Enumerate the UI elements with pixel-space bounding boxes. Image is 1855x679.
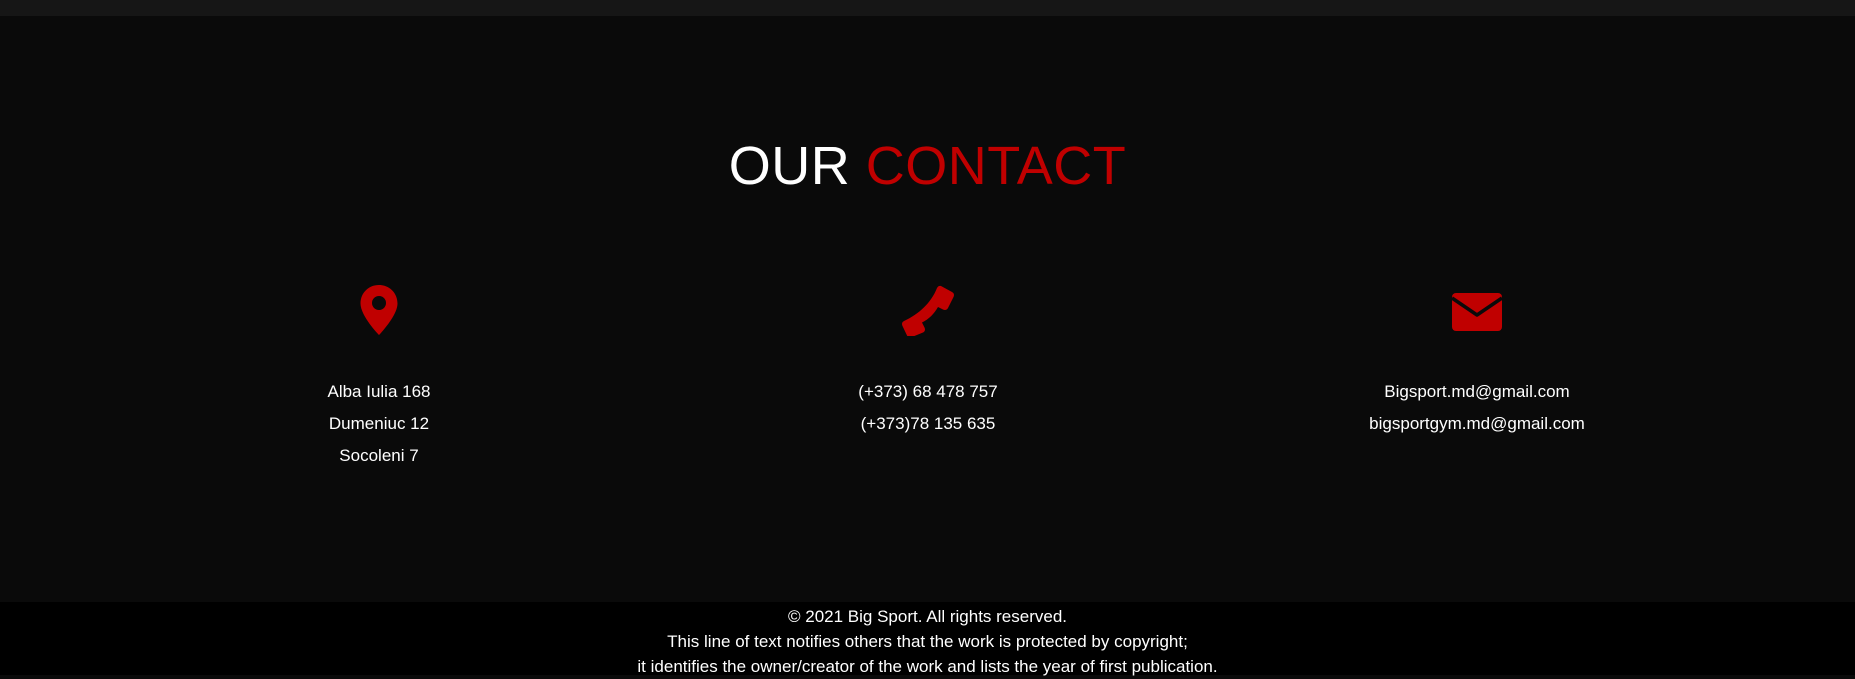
email-column: Bigsport.md@gmail.com bigsportgym.md@gma… — [1267, 284, 1687, 440]
phone-number[interactable]: (+373)78 135 635 — [718, 408, 1138, 440]
contact-section: OUR CONTACT Alba Iulia 168 Dumeniuc 12 S… — [0, 16, 1855, 602]
section-title-part2: CONTACT — [865, 136, 1127, 196]
copyright-text: © 2021 Big Sport. All rights reserved. — [788, 607, 1067, 626]
footer: © 2021 Big Sport. All rights reserved. T… — [0, 602, 1855, 676]
copyright-notice-line: it identifies the owner/creator of the w… — [637, 657, 1218, 676]
email-address[interactable]: Bigsport.md@gmail.com — [1267, 376, 1687, 408]
phone-icon — [898, 284, 958, 342]
section-title-part1: OUR — [728, 136, 851, 196]
top-strip — [0, 0, 1855, 16]
address-line: Dumeniuc 12 — [328, 414, 430, 433]
address-line: Alba Iulia 168 — [327, 382, 431, 401]
phone-number[interactable]: (+373) 68 478 757 — [718, 376, 1138, 408]
phone-column: (+373) 68 478 757 (+373)78 135 635 — [718, 284, 1138, 440]
address-column: Alba Iulia 168 Dumeniuc 12 Socoleni 7 — [169, 284, 589, 472]
map-pin-icon — [349, 284, 409, 342]
copyright-notice-line: This line of text notifies others that t… — [667, 632, 1188, 651]
section-title: OUR CONTACT — [0, 134, 1855, 198]
address-list: Alba Iulia 168 Dumeniuc 12 Socoleni 7 — [169, 376, 589, 472]
email-address[interactable]: bigsportgym.md@gmail.com — [1267, 408, 1687, 440]
envelope-icon — [1447, 284, 1507, 342]
address-line: Socoleni 7 — [339, 446, 419, 465]
phone-list: (+373) 68 478 757 (+373)78 135 635 — [718, 376, 1138, 440]
email-list: Bigsport.md@gmail.com bigsportgym.md@gma… — [1267, 376, 1687, 440]
